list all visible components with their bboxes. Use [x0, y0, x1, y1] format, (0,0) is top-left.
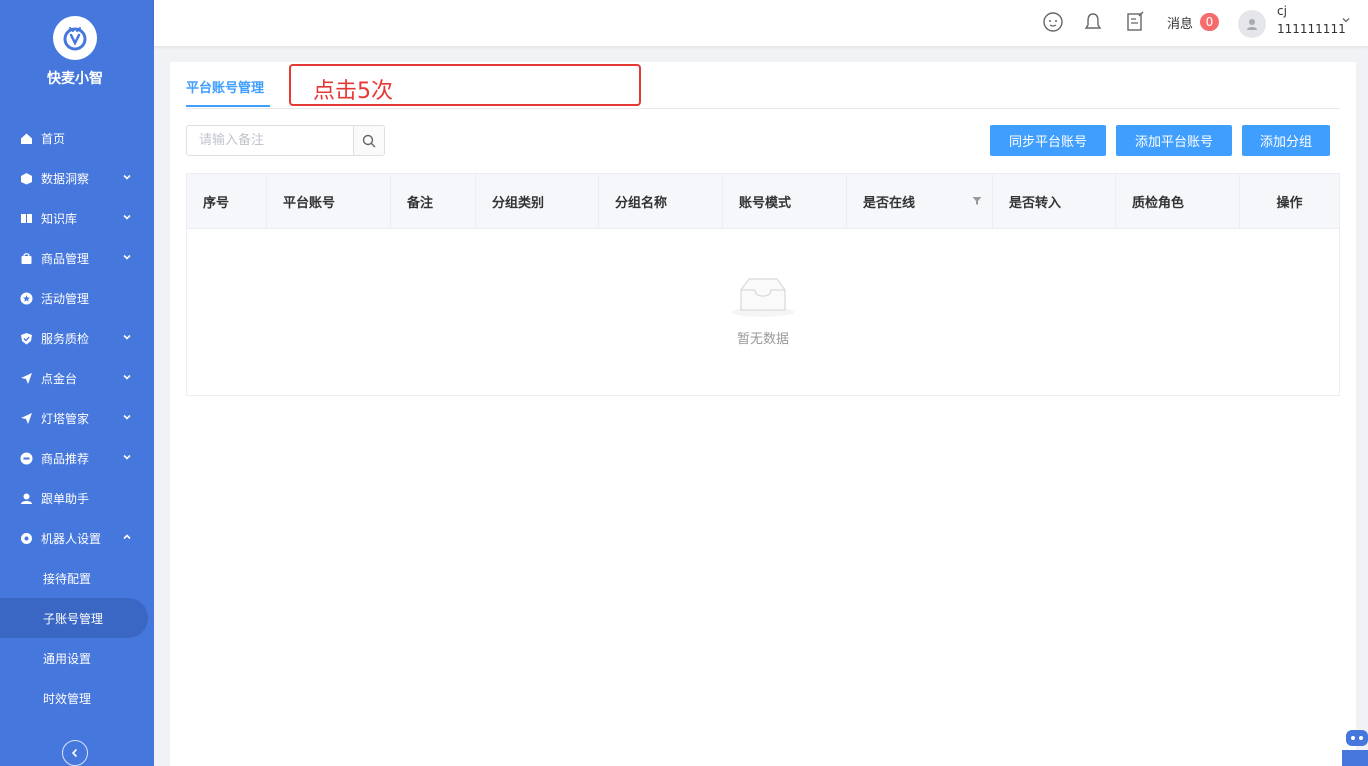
top-header: 消息 0 cj 111111111	[154, 0, 1368, 46]
accounts-table: 序号 平台账号 备注 分组类别 分组名称 账号模式 是否在线 是否转入 质检角色…	[186, 173, 1340, 396]
notepad-icon[interactable]	[1124, 11, 1146, 33]
bell-icon[interactable]	[1082, 11, 1104, 33]
sidebar-item-followup[interactable]: 跟单助手	[0, 478, 148, 518]
sidebar-item-products[interactable]: 商品管理	[0, 238, 148, 278]
search-input[interactable]	[187, 126, 354, 155]
add-group-button[interactable]: 添加分组	[1242, 125, 1330, 156]
sidebar-item-label: 子账号管理	[43, 611, 104, 626]
sidebar-item-label: 通用设置	[43, 651, 92, 666]
sidebar-item-label: 商品管理	[41, 251, 90, 266]
chevron-down-icon	[123, 454, 131, 460]
sidebar-item-label: 首页	[41, 131, 66, 146]
sidebar-item-label: 时效管理	[43, 691, 92, 706]
brand-name: 快麦小智	[47, 71, 103, 87]
sidebar-item-data-insight[interactable]: 数据洞察	[0, 158, 148, 198]
sidebar-item-label: 活动管理	[41, 291, 90, 306]
sidebar-item-gold[interactable]: 点金台	[0, 358, 148, 398]
column-header: 账号模式	[723, 174, 847, 229]
column-header: 分组类别	[476, 174, 599, 229]
sidebar-item-label: 机器人设置	[41, 531, 102, 546]
column-header: 操作	[1276, 196, 1303, 211]
empty-text: 暂无数据	[736, 332, 789, 347]
sidebar-subitem-general[interactable]: 通用设置	[0, 638, 148, 678]
column-header-label: 是否在线	[863, 196, 916, 211]
user-name[interactable]: cj	[1277, 4, 1287, 18]
column-header: 是否转入	[993, 174, 1116, 229]
tab-divider	[186, 108, 1340, 109]
robot-face-icon[interactable]	[1042, 11, 1064, 33]
filter-icon[interactable]	[972, 196, 982, 206]
chevron-left-icon	[71, 748, 78, 758]
sidebar-item-activities[interactable]: 活动管理	[0, 278, 148, 318]
column-header: 分组名称	[599, 174, 723, 229]
sidebar: 快麦小智 首页 数据洞察 知识库 商品管理 活动管理 服务质检 点金台 灯塔管家…	[0, 0, 154, 766]
tab-underline	[186, 105, 270, 107]
empty-state: 暂无数据	[187, 274, 1339, 347]
avatar[interactable]	[1238, 10, 1266, 38]
add-account-button[interactable]: 添加平台账号	[1116, 125, 1232, 156]
sidebar-item-home[interactable]: 首页	[0, 118, 148, 158]
sidebar-item-label: 灯塔管家	[41, 411, 90, 426]
chevron-down-icon	[123, 214, 131, 220]
sidebar-item-lighthouse[interactable]: 灯塔管家	[0, 398, 148, 438]
sidebar-subitem-sub-accounts[interactable]: 子账号管理	[0, 598, 148, 638]
logo-icon	[53, 16, 97, 60]
table-header: 序号 平台账号 备注 分组类别 分组名称 账号模式 是否在线 是否转入 质检角色…	[187, 174, 1339, 229]
column-header: 序号	[187, 174, 267, 229]
sidebar-item-robot-settings[interactable]: 机器人设置	[0, 518, 148, 558]
search-box	[186, 125, 385, 156]
chevron-down-icon	[123, 254, 131, 260]
chevron-down-icon	[123, 174, 131, 180]
annotation-text: 点击5次	[313, 79, 393, 104]
logo[interactable]: 快麦小智	[0, 16, 150, 88]
column-header: 平台账号	[267, 174, 391, 229]
sync-accounts-button[interactable]: 同步平台账号	[990, 125, 1106, 156]
bag-icon	[19, 251, 33, 265]
sidebar-item-label: 服务质检	[41, 331, 90, 346]
user-icon	[19, 491, 33, 505]
sidebar-item-label: 知识库	[41, 211, 78, 226]
sidebar-item-recommend[interactable]: 商品推荐	[0, 438, 148, 478]
annotation-box: 点击5次	[289, 64, 641, 106]
collapse-sidebar-button[interactable]	[62, 740, 88, 766]
user-avatar-icon	[1247, 19, 1257, 30]
chevron-down-icon[interactable]	[1341, 15, 1351, 25]
column-header-online: 是否在线	[847, 174, 993, 229]
send-icon	[19, 411, 33, 425]
shield-icon	[19, 331, 33, 345]
sidebar-item-label: 接待配置	[43, 571, 92, 586]
sidebar-item-knowledge[interactable]: 知识库	[0, 198, 148, 238]
chevron-down-icon	[123, 334, 131, 340]
gear-icon	[19, 531, 33, 545]
sidebar-menu: 首页 数据洞察 知识库 商品管理 活动管理 服务质检 点金台 灯塔管家 商品推荐…	[0, 118, 148, 718]
sidebar-item-quality[interactable]: 服务质检	[0, 318, 148, 358]
search-icon	[362, 134, 376, 147]
tab-platform-accounts[interactable]: 平台账号管理	[186, 77, 264, 96]
chevron-down-icon	[123, 374, 131, 380]
sidebar-item-label: 点金台	[41, 371, 78, 386]
robot-assistant-icon[interactable]	[1342, 724, 1368, 766]
search-button[interactable]	[353, 126, 384, 155]
messages-label[interactable]: 消息	[1167, 13, 1193, 32]
sidebar-item-label: 数据洞察	[41, 171, 90, 186]
main-content: 平台账号管理 点击5次 同步平台账号 添加平台账号 添加分组 序号 平台账号 备…	[170, 62, 1356, 766]
empty-inbox-icon	[732, 278, 794, 317]
home-icon	[19, 131, 33, 145]
sidebar-subitem-reception[interactable]: 接待配置	[0, 558, 148, 598]
column-header: 备注	[391, 174, 476, 229]
cube-icon	[19, 171, 33, 185]
column-header: 质检角色	[1116, 174, 1240, 229]
disc-icon	[19, 451, 33, 465]
user-id: 111111111	[1277, 22, 1346, 36]
sidebar-item-label: 商品推荐	[41, 451, 90, 466]
star-icon	[19, 291, 33, 305]
chevron-up-icon	[123, 534, 131, 540]
sidebar-subitem-timeliness[interactable]: 时效管理	[0, 678, 148, 718]
sidebar-item-label: 跟单助手	[41, 491, 90, 506]
send-icon	[19, 371, 33, 385]
book-icon	[19, 211, 33, 225]
chevron-down-icon	[123, 414, 131, 420]
messages-badge: 0	[1200, 13, 1219, 31]
